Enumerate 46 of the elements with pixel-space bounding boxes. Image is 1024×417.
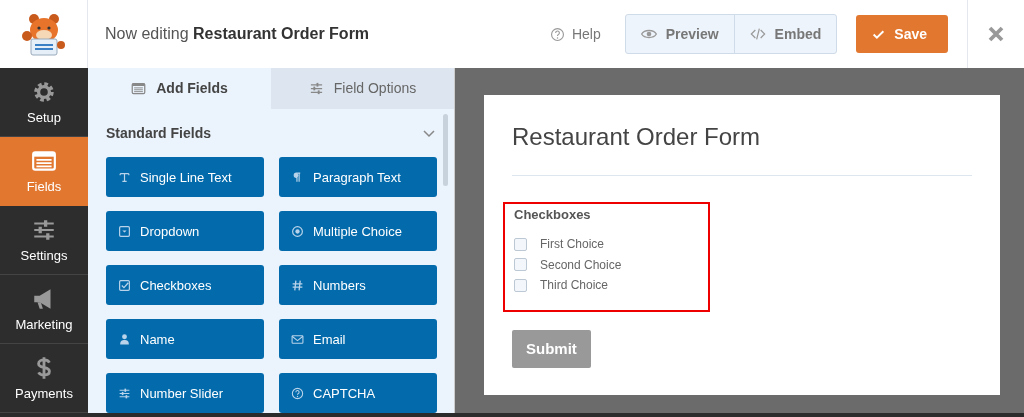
checkbox[interactable] — [514, 258, 527, 272]
help-icon — [549, 26, 565, 42]
field-label: Checkboxes — [514, 207, 592, 222]
editing-title: Now editing Restaurant Order Form — [105, 25, 371, 43]
gear-icon — [31, 79, 57, 105]
field-button[interactable]: Dropdown — [106, 211, 264, 251]
help-link[interactable]: Help — [549, 26, 601, 42]
checkbox[interactable] — [514, 237, 527, 251]
radio-icon — [291, 224, 304, 238]
panel-tab[interactable]: Field Options — [271, 68, 454, 109]
preview-button[interactable]: Preview — [625, 15, 734, 53]
section-title: Standard Fields — [106, 124, 212, 141]
choice-label: Third Choice — [540, 278, 609, 293]
checkbox-icon — [118, 278, 131, 292]
dropdown-icon — [118, 224, 131, 238]
envelope-icon — [291, 332, 304, 346]
field-button[interactable]: Email — [279, 319, 437, 359]
person-icon — [118, 332, 131, 346]
sliders-icon — [308, 80, 324, 96]
text-icon — [118, 170, 131, 184]
field-button[interactable]: Paragraph Text — [279, 157, 437, 197]
sliders-icon — [31, 217, 57, 243]
field-button[interactable]: Numbers — [279, 265, 437, 305]
choice-label: Second Choice — [540, 257, 622, 272]
form-icon — [31, 148, 57, 174]
choice-label: First Choice — [540, 237, 604, 252]
field-button[interactable]: Number Slider — [106, 373, 264, 413]
field-button[interactable]: CAPTCHA — [279, 373, 437, 413]
hash-icon — [291, 278, 304, 292]
field-button[interactable]: Multiple Choice — [279, 211, 437, 251]
form-title: Restaurant Order Form — [512, 95, 972, 176]
close-icon — [987, 25, 1005, 43]
mascot-logo — [20, 11, 67, 57]
question-icon — [291, 386, 304, 400]
checkbox[interactable] — [514, 278, 527, 292]
embed-button[interactable]: Embed — [733, 15, 837, 53]
sidebar-item[interactable]: Fields — [0, 137, 88, 206]
sliders-icon — [118, 386, 131, 400]
save-button[interactable]: Save — [856, 15, 948, 53]
checkbox-field[interactable]: Checkboxes First Choice Second Choice Third Choice — [503, 202, 710, 312]
field-button[interactable]: Checkboxes — [106, 265, 264, 305]
code-icon — [749, 26, 766, 42]
field-button[interactable]: Name — [106, 319, 264, 359]
field-button[interactable]: Single Line Text — [106, 157, 264, 197]
form-icon — [131, 80, 147, 96]
scrollbar[interactable] — [443, 114, 448, 186]
